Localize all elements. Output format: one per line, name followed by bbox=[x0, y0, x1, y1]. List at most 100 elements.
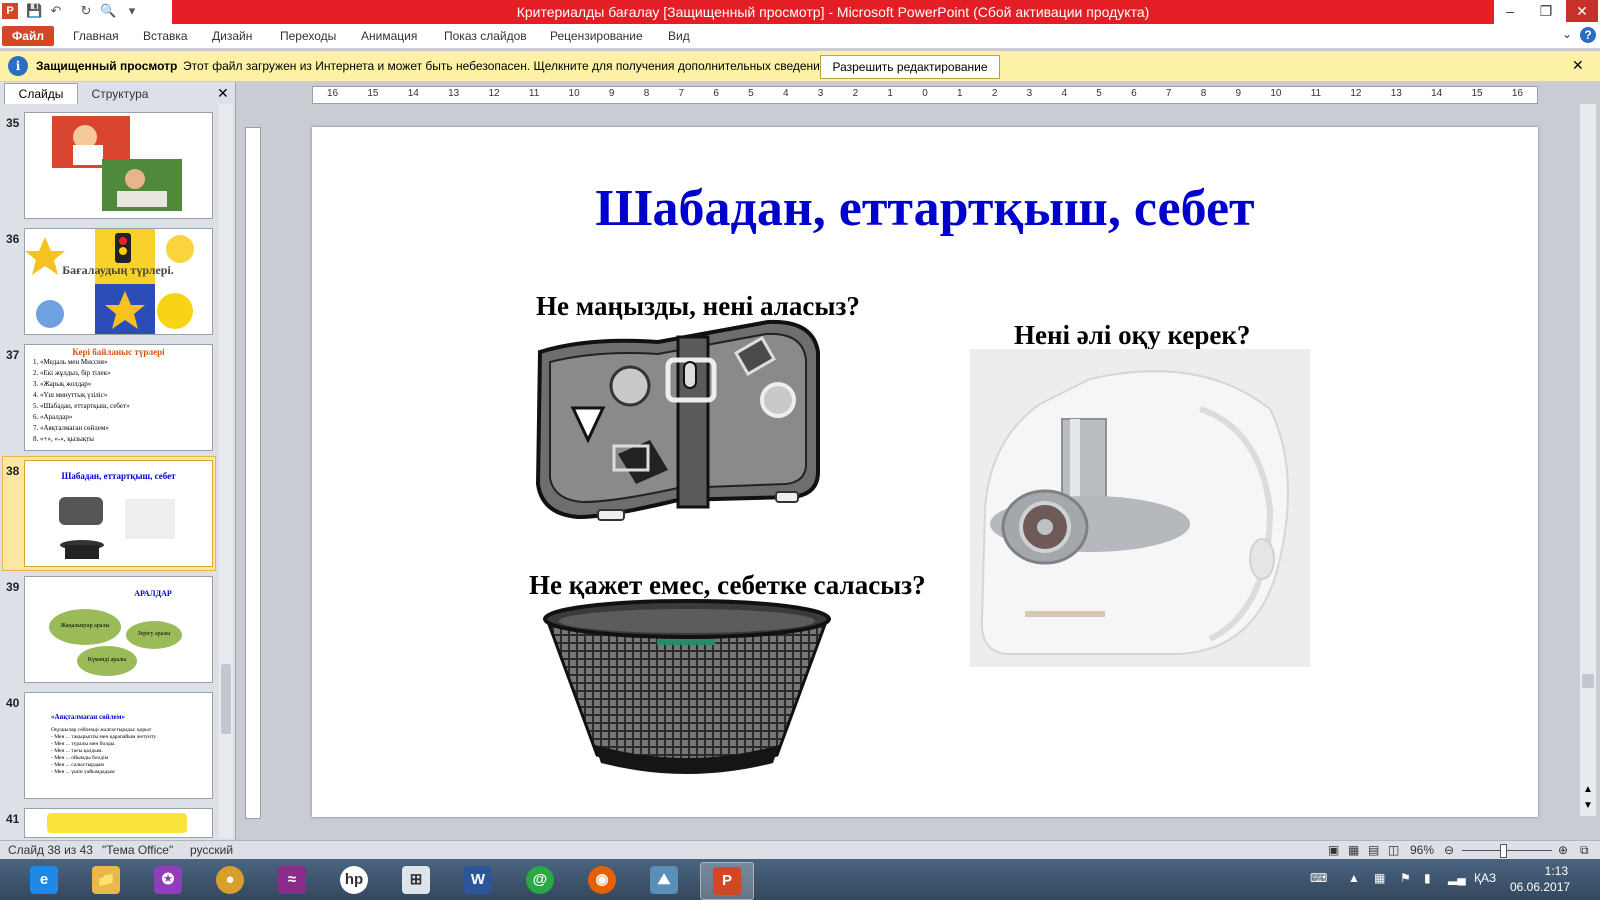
powerpoint-app-icon[interactable]: P bbox=[2, 3, 18, 19]
theme-name[interactable]: "Тема Office" bbox=[102, 843, 173, 857]
ruler-tick-label: 6 bbox=[713, 88, 719, 99]
ruler-tick-label: 2 bbox=[991, 88, 998, 99]
fit-to-window-icon[interactable]: ⧉ bbox=[1580, 843, 1589, 858]
slides-panel-scrollbar[interactable] bbox=[219, 104, 233, 838]
window-title: Критериалды бағалау [Защищенный просмотр… bbox=[516, 4, 1150, 20]
slide-thumbnail-36[interactable]: Бағалаудың түрлері. bbox=[24, 228, 213, 335]
slide-number: 38 bbox=[6, 464, 20, 478]
taskbar-explorer[interactable]: 📁 bbox=[80, 862, 132, 898]
ruler-tick-label: 9 bbox=[1235, 88, 1242, 99]
ruler-tick-label: 14 bbox=[407, 88, 419, 99]
taskbar-firefox[interactable]: ◉ bbox=[576, 862, 628, 898]
taskbar-ie[interactable]: e bbox=[18, 862, 70, 898]
language-indicator[interactable]: русский bbox=[190, 843, 233, 857]
taskbar-app[interactable]: ✪ bbox=[142, 862, 194, 898]
slide-thumbnail-41[interactable] bbox=[24, 808, 213, 838]
tab-animation[interactable]: Анимация bbox=[361, 29, 417, 43]
tab-outline[interactable]: Структура bbox=[80, 85, 160, 103]
previous-slide-icon[interactable]: ▲ bbox=[1583, 784, 1593, 795]
zoom-level[interactable]: 96% bbox=[1410, 843, 1434, 857]
ribbon-tabs: Файл Главная Вставка Дизайн Переходы Ани… bbox=[0, 24, 1600, 49]
zoom-out-icon[interactable]: ⊖ bbox=[1444, 843, 1454, 857]
tab-slideshow[interactable]: Показ слайдов bbox=[444, 29, 527, 43]
taskbar-hp[interactable]: hp bbox=[328, 862, 380, 898]
system-clock[interactable]: 1:13 06.06.2017 bbox=[1510, 863, 1571, 895]
tab-design[interactable]: Дизайн bbox=[212, 29, 252, 43]
scrollbar-thumb[interactable] bbox=[221, 664, 231, 734]
normal-view-icon[interactable]: ▣ bbox=[1328, 843, 1339, 857]
print-preview-icon[interactable]: 🔍 bbox=[100, 3, 116, 19]
question-learn[interactable]: Нені әлі оқу керек? bbox=[1014, 320, 1250, 351]
slide-number: 40 bbox=[6, 696, 20, 710]
slide-canvas[interactable]: Шабадан, еттартқыш, себет Не маңызды, не… bbox=[312, 127, 1538, 817]
help-icon[interactable]: ? bbox=[1580, 27, 1596, 43]
taskbar-photos[interactable]: ⛰ bbox=[638, 862, 690, 898]
ruler-tick-label: 6 bbox=[1131, 88, 1137, 99]
slide-number: 41 bbox=[6, 812, 20, 826]
slide-thumbnail-40[interactable]: «Аяқталмаған сөйлем» Оқушылар сөйлемді ж… bbox=[24, 692, 213, 799]
slide-title[interactable]: Шабадан, еттартқыш, себет bbox=[312, 179, 1538, 238]
ruler-tick-label: 12 bbox=[1350, 88, 1362, 99]
input-language[interactable]: ҚАЗ bbox=[1474, 871, 1496, 885]
tab-transitions[interactable]: Переходы bbox=[280, 29, 336, 43]
ribbon-minimize-icon[interactable]: ⌄ bbox=[1562, 27, 1572, 41]
zoom-in-icon[interactable]: ⊕ bbox=[1558, 843, 1568, 857]
tab-view[interactable]: Вид bbox=[668, 29, 690, 43]
ruler-tick-label: 5 bbox=[1096, 88, 1102, 99]
save-icon[interactable]: 💾 bbox=[26, 3, 42, 19]
ruler-tick-label: 11 bbox=[1310, 88, 1322, 99]
slide-thumbnail-38[interactable]: Шабадан, еттартқыш, себет bbox=[24, 460, 213, 567]
tab-slides[interactable]: Слайды bbox=[4, 83, 78, 104]
signal-icon[interactable]: ▂▄ bbox=[1448, 871, 1466, 885]
battery-icon[interactable]: ▮ bbox=[1424, 871, 1431, 885]
keyboard-icon[interactable]: ⌨ bbox=[1310, 871, 1327, 885]
file-tab[interactable]: Файл bbox=[2, 26, 54, 46]
reading-view-icon[interactable]: ▤ bbox=[1368, 843, 1379, 857]
close-panel-icon[interactable]: ✕ bbox=[217, 85, 229, 102]
taskbar-wireless[interactable]: ≈ bbox=[266, 862, 318, 898]
suitcase-image[interactable] bbox=[528, 312, 828, 532]
powerpoint-icon: P bbox=[713, 867, 741, 895]
close-bar-icon[interactable]: ✕ bbox=[1572, 57, 1584, 74]
thumb-37-item: 2. «Екі жұлдыз, бір тілек» bbox=[33, 369, 111, 377]
network-icon[interactable]: ▦ bbox=[1374, 871, 1385, 885]
slide-thumbnail-35[interactable] bbox=[24, 112, 213, 219]
enable-editing-button[interactable]: Разрешить редактирование bbox=[820, 55, 1000, 79]
ruler-tick-label: 15 bbox=[1471, 88, 1483, 99]
restore-button[interactable]: ❐ bbox=[1530, 0, 1562, 22]
zoom-slider[interactable] bbox=[1462, 850, 1552, 851]
taskbar-calculator[interactable]: ⊞ bbox=[390, 862, 442, 898]
taskbar-word[interactable]: W bbox=[452, 862, 504, 898]
slide-scrollbar[interactable]: ▲ ▼ bbox=[1580, 104, 1596, 816]
qat-customize-icon[interactable]: ▾ bbox=[124, 3, 140, 19]
undo-icon[interactable]: ↶ bbox=[48, 3, 64, 19]
show-hidden-icons-icon[interactable]: ▲ bbox=[1348, 871, 1360, 885]
minimize-button[interactable]: – bbox=[1494, 0, 1526, 22]
thumb-40-line: - Мен ... үшін уайымдадым bbox=[51, 769, 115, 775]
zoom-slider-thumb[interactable] bbox=[1500, 844, 1507, 858]
slideshow-icon[interactable]: ◫ bbox=[1388, 843, 1399, 857]
clock-date: 06.06.2017 bbox=[1510, 880, 1571, 894]
slide-thumbnail-39[interactable]: АРАЛДАР Жаңалықтар аралы Зерігу аралы Кү… bbox=[24, 576, 213, 683]
slide-thumbnail-37[interactable]: Кері байланыс түрлері 1. «Медаль мен Мис… bbox=[24, 344, 213, 451]
taskbar-mail[interactable]: @ bbox=[514, 862, 566, 898]
tab-home[interactable]: Главная bbox=[73, 29, 119, 43]
close-button[interactable]: ✕ bbox=[1566, 0, 1598, 22]
thumb-37-item: 3. «Жарық жолдар» bbox=[33, 380, 92, 388]
taskbar-powerpoint[interactable]: P bbox=[700, 862, 754, 900]
taskbar-media[interactable]: ● bbox=[204, 862, 256, 898]
slide-sorter-icon[interactable]: ▦ bbox=[1348, 843, 1359, 857]
ruler-tick-label: 3 bbox=[1026, 88, 1033, 99]
tab-insert[interactable]: Вставка bbox=[143, 29, 188, 43]
tab-review[interactable]: Рецензирование bbox=[550, 29, 643, 43]
wastebasket-image[interactable] bbox=[537, 595, 837, 775]
scrollbar-thumb[interactable] bbox=[1582, 674, 1594, 688]
next-slide-icon[interactable]: ▼ bbox=[1583, 800, 1593, 811]
flag-icon[interactable]: ⚑ bbox=[1400, 871, 1411, 885]
mail-agent-icon: @ bbox=[526, 866, 554, 894]
protected-view-message[interactable]: Этот файл загружен из Интернета и может … bbox=[183, 59, 830, 73]
meat-grinder-image[interactable] bbox=[970, 349, 1310, 667]
slide-number: 36 bbox=[6, 232, 20, 246]
repeat-icon[interactable]: ↻ bbox=[78, 3, 94, 19]
hp-icon: hp bbox=[340, 866, 368, 894]
